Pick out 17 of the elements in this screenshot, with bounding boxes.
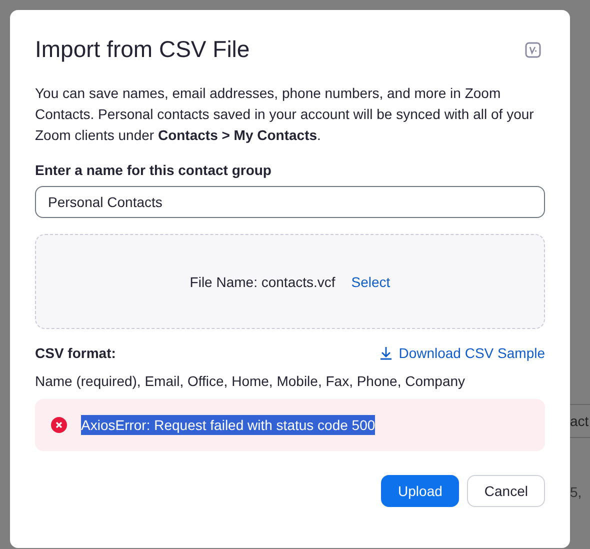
- description-text: You can save names, email addresses, phone numbers, and more in Zoom Contacts. Personal contacts saved in your account will be synced with all of your Zoom clients under Contacts > My Contacts.: [35, 84, 535, 145]
- group-name-label: Enter a name for this contact group: [35, 162, 272, 178]
- vcard-icon[interactable]: [525, 42, 541, 58]
- select-link[interactable]: Select: [351, 274, 390, 290]
- file-name-text: File Name: contacts.vcf: [190, 274, 336, 290]
- error-icon: [51, 417, 67, 433]
- cancel-button[interactable]: Cancel: [467, 475, 545, 507]
- upload-button[interactable]: Upload: [381, 475, 460, 507]
- csv-format-label: CSV format:: [35, 345, 116, 361]
- error-message: AxiosError: Request failed with status code 500: [81, 415, 376, 435]
- background-cell: act: [570, 404, 590, 438]
- group-name-input[interactable]: Personal Contacts: [35, 186, 545, 218]
- csv-fields-text: Name (required), Email, Office, Home, Mobile, Fax, Phone, Company: [35, 373, 466, 389]
- dialog-title: Import from CSV File: [35, 36, 250, 63]
- download-sample-link[interactable]: Download CSV Sample: [378, 345, 545, 361]
- background-text: 5,: [570, 484, 583, 500]
- download-icon: [378, 346, 393, 360]
